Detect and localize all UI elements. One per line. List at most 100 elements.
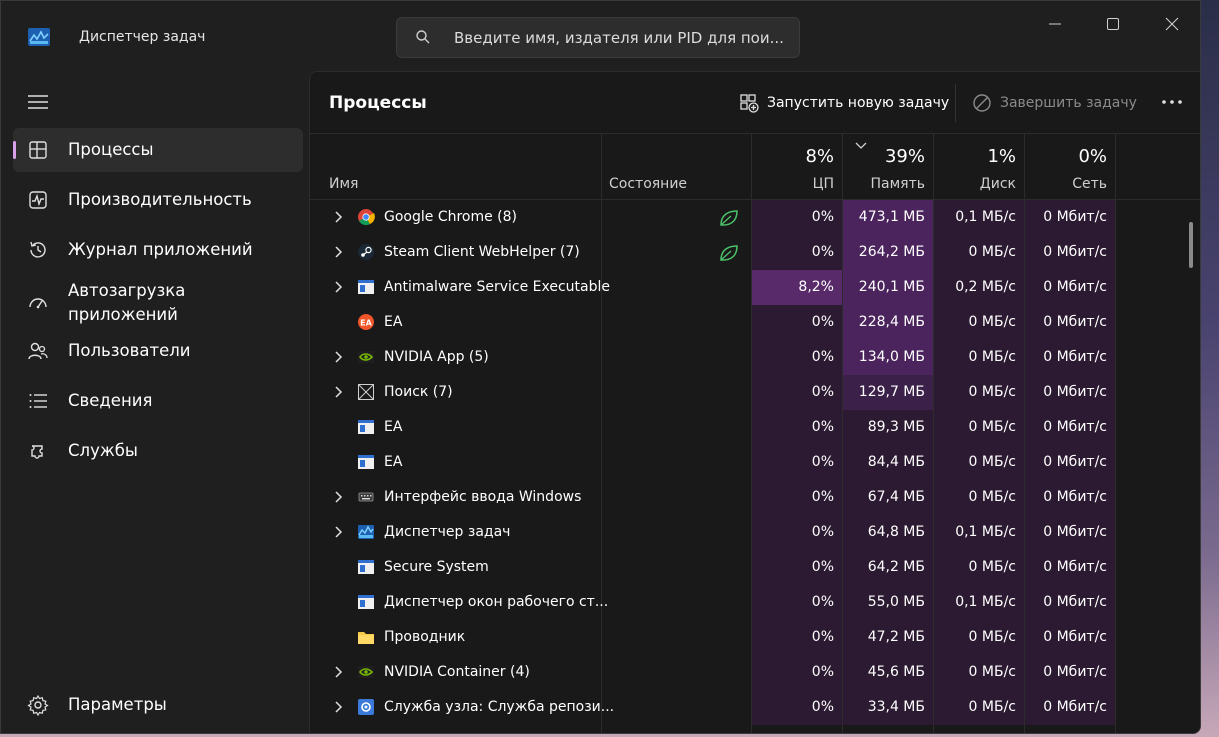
network-cell: 0 Мбит/с xyxy=(1025,690,1115,725)
table-row[interactable]: 0% 129,7 МБ 0 МБ/с 0 Мбит/с Поиск (7) xyxy=(310,375,1200,410)
chevron-right-icon[interactable] xyxy=(332,665,346,679)
sidebar-item-services[interactable]: Службы xyxy=(13,429,303,473)
process-name: Интерфейс ввода Windows xyxy=(384,489,582,505)
chevron-right-icon[interactable] xyxy=(332,385,346,399)
table-row[interactable]: 0% 55,0 МБ 0,1 МБ/с 0 Мбит/с Диспетчер окон … xyxy=(310,585,1200,620)
process-name: Поиск (7) xyxy=(384,384,453,400)
more-options-icon[interactable] xyxy=(1158,90,1186,114)
process-name: Служба узла: Служба репози... xyxy=(384,699,615,715)
disk-cell: 0 МБ/с xyxy=(934,340,1024,375)
settings-gear-icon xyxy=(27,694,49,716)
sidebar-item-performance[interactable]: Производительность xyxy=(13,178,303,222)
window-app-icon xyxy=(358,595,374,609)
chevron-right-icon[interactable] xyxy=(332,700,346,714)
column-header-disk[interactable]: 1% Диск xyxy=(926,134,1016,200)
sidebar-item-settings[interactable]: Параметры xyxy=(13,683,303,727)
table-row[interactable]: 0% 134,0 МБ 0 МБ/с 0 Мбит/с NVIDIA App (5) xyxy=(310,340,1200,375)
chevron-right-icon[interactable] xyxy=(332,245,346,259)
network-cell: 0 Мбит/с xyxy=(1025,515,1115,550)
table-row[interactable]: 0% 264,2 МБ 0 МБ/с 0 Мбит/с Steam Client Web… xyxy=(310,235,1200,270)
table-row[interactable]: 0% 33,4 МБ 0 МБ/с 0 Мбит/с Служба узла: Служ… xyxy=(310,690,1200,725)
column-header-status[interactable]: Состояние xyxy=(609,176,687,192)
startup-apps-icon xyxy=(29,298,47,309)
minimize-button[interactable] xyxy=(1032,11,1078,37)
chevron-right-icon[interactable] xyxy=(332,490,346,504)
network-column-label: Сеть xyxy=(1072,176,1107,192)
chevron-right-icon[interactable] xyxy=(332,280,346,294)
process-name: NVIDIA App (5) xyxy=(384,349,489,365)
run-new-task-button[interactable]: Запустить новую задачу xyxy=(739,90,949,116)
search-app-icon xyxy=(358,384,374,400)
close-button[interactable] xyxy=(1149,11,1195,37)
search-input[interactable] xyxy=(454,27,789,49)
disk-total-percent: 1% xyxy=(987,146,1016,167)
run-new-task-label: Запустить новую задачу xyxy=(767,95,950,111)
sidebar-item-app-history[interactable]: Журнал приложений xyxy=(13,228,303,272)
process-name: Steam Client WebHelper (7) xyxy=(384,244,580,260)
column-header-name[interactable]: Имя xyxy=(329,176,358,192)
page-title: Процессы xyxy=(329,93,427,113)
cpu-cell: 0% xyxy=(752,515,842,550)
task-manager-icon xyxy=(358,525,374,539)
memory-cell: 134,0 МБ xyxy=(843,340,933,375)
cpu-cell: 0% xyxy=(752,550,842,585)
search-icon xyxy=(416,30,430,44)
chevron-right-icon[interactable] xyxy=(332,210,346,224)
table-row[interactable]: 0% 45,6 МБ 0 МБ/с 0 Мбит/с NVIDIA Container … xyxy=(310,655,1200,690)
network-cell: 0 Мбит/с xyxy=(1025,410,1115,445)
processes-panel: Процессы Запустить новую задачу Завершит… xyxy=(309,71,1200,733)
table-row[interactable]: 0% 47,2 МБ 0 МБ/с 0 Мбит/с Проводник xyxy=(310,620,1200,655)
cpu-cell: 0% xyxy=(752,690,842,725)
table-row[interactable]: 0% 67,4 МБ 0 МБ/с 0 Мбит/с Интерфейс ввода W… xyxy=(310,480,1200,515)
toolbar-divider xyxy=(955,84,956,122)
process-name: Secure System xyxy=(384,559,489,575)
memory-cell: 64,8 МБ xyxy=(843,515,933,550)
maximize-button[interactable] xyxy=(1090,11,1136,37)
minimize-icon xyxy=(1049,23,1061,25)
disk-cell: 0,2 МБ/с xyxy=(934,270,1024,305)
network-cell: 0 Мбит/с xyxy=(1025,340,1115,375)
sidebar-item-details[interactable]: Сведения xyxy=(13,379,303,423)
cpu-column-label: ЦП xyxy=(812,176,834,192)
ea-icon: EA xyxy=(358,314,374,330)
table-row[interactable]: 0% 473,1 МБ 0,1 МБ/с 0 Мбит/с Google Chrome … xyxy=(310,200,1200,235)
network-cell: 0 Мбит/с xyxy=(1025,480,1115,515)
network-cell: 0 Мбит/с xyxy=(1025,305,1115,340)
hamburger-menu-icon[interactable] xyxy=(27,93,49,111)
table-row[interactable]: 0% 84,4 МБ 0 МБ/с 0 Мбит/с EA xyxy=(310,445,1200,480)
memory-cell: 67,4 МБ xyxy=(843,480,933,515)
window-app-icon xyxy=(358,280,374,294)
sidebar-item-label: Автозагрузка приложений xyxy=(68,281,186,324)
sidebar-item-processes[interactable]: Процессы xyxy=(13,128,303,172)
svg-text:EA: EA xyxy=(360,319,372,328)
table-row[interactable]: 0% 64,8 МБ 0,1 МБ/с 0 Мбит/с Диспетчер задач xyxy=(310,515,1200,550)
network-cell: 0 Мбит/с xyxy=(1025,200,1115,235)
task-manager-window: Диспетчер задач Введите имя, издателя ил… xyxy=(0,0,1201,734)
end-task-button[interactable]: Завершить задачу xyxy=(972,90,1137,116)
performance-icon xyxy=(29,191,47,209)
memory-cell: 228,4 МБ xyxy=(843,305,933,340)
vertical-scrollbar[interactable] xyxy=(1189,222,1193,268)
sidebar-item-startup-apps[interactable]: Автозагрузка приложений xyxy=(13,278,303,328)
table-row[interactable]: 8,2% 240,1 МБ 0,2 МБ/с 0 Мбит/с Antimalware … xyxy=(310,270,1200,305)
disk-cell: 0,1 МБ/с xyxy=(934,585,1024,620)
column-header-network[interactable]: 0% Сеть xyxy=(1017,134,1107,200)
process-name: NVIDIA Container (4) xyxy=(384,664,530,680)
nvidia-icon xyxy=(358,351,374,363)
run-new-task-icon xyxy=(740,94,759,113)
chevron-right-icon[interactable] xyxy=(332,350,346,364)
table-row[interactable]: 0% 228,4 МБ 0 МБ/с 0 Мбит/с EA EA xyxy=(310,305,1200,340)
chrome-icon xyxy=(358,209,375,226)
table-row[interactable]: 0% 64,2 МБ 0 МБ/с 0 Мбит/с Secure System xyxy=(310,550,1200,585)
column-header-memory[interactable]: 39% Память xyxy=(835,134,926,200)
task-manager-app-icon xyxy=(28,28,50,46)
chevron-right-icon[interactable] xyxy=(332,525,346,539)
search-box[interactable] xyxy=(396,17,800,58)
column-header-cpu[interactable]: 8% ЦП xyxy=(744,134,834,200)
close-icon xyxy=(1165,17,1179,31)
cpu-cell: 0% xyxy=(752,410,842,445)
sidebar-item-users[interactable]: Пользователи xyxy=(13,329,303,373)
table-row[interactable]: 0% 89,3 МБ 0 МБ/с 0 Мбит/с EA xyxy=(310,410,1200,445)
network-cell: 0 Мбит/с xyxy=(1025,270,1115,305)
details-icon xyxy=(29,394,47,408)
